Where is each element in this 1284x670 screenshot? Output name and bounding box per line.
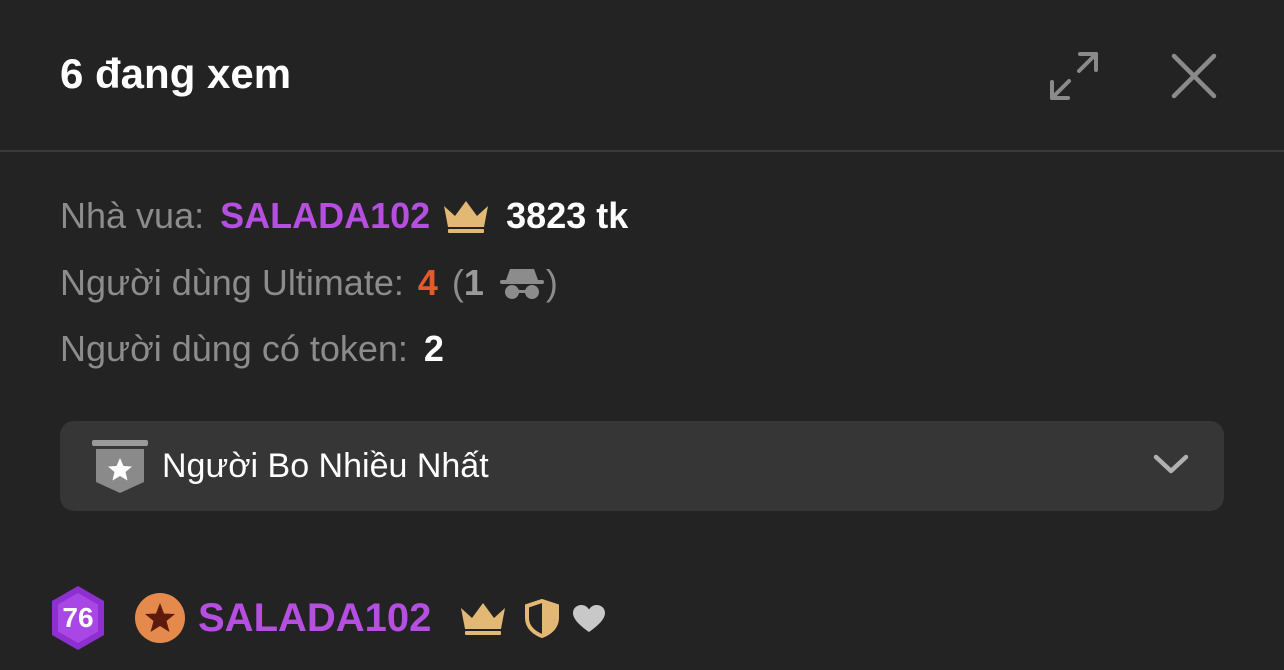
chevron-down-icon [1153,454,1189,474]
close-button[interactable] [1168,50,1220,102]
rank-star-icon [135,593,185,643]
token-users-count: 2 [423,328,444,369]
star-badge-icon [92,440,148,493]
crown-icon [461,603,505,635]
dropdown-label: Người Bo Nhiều Nhất [162,447,489,485]
crown-icon [444,201,489,233]
king-row: Nhà vua: SALADA102 3823 tk [60,196,628,236]
ultimate-close-paren: ) [545,262,558,303]
user-name[interactable]: SALADA102 [198,596,431,640]
king-name[interactable]: SALADA102 [220,196,430,236]
king-label: Nhà vua: [60,195,205,236]
shield-icon [525,598,559,638]
leaderboard-dropdown[interactable]: Người Bo Nhiều Nhất [60,421,1224,511]
heart-icon [573,605,605,632]
token-users-label: Người dùng có token: [60,328,408,369]
ultimate-count: 4 [417,262,438,303]
viewers-panel: 6 đang xem Nhà vua: SALADA102 3823 tk Ng… [0,0,1284,670]
panel-title: 6 đang xem [60,50,292,97]
incognito-icon [499,269,544,299]
ultimate-row: Người dùng Ultimate: 4 ( 1 ) [60,263,558,303]
level-badge-value: 76 [62,602,94,633]
ultimate-anonymous-count: 1 [463,262,484,303]
expand-icon [1050,52,1098,100]
token-users-row: Người dùng có token: 2 [60,329,444,369]
ultimate-label: Người dùng Ultimate: [60,262,404,303]
ultimate-open-paren: ( [451,262,464,303]
expand-button[interactable] [1048,50,1100,102]
list-item[interactable]: 76 SALADA102 [48,584,648,652]
king-tokens: 3823 tk [506,195,629,236]
panel-header: 6 đang xem [0,0,1284,152]
close-icon [1171,53,1217,99]
